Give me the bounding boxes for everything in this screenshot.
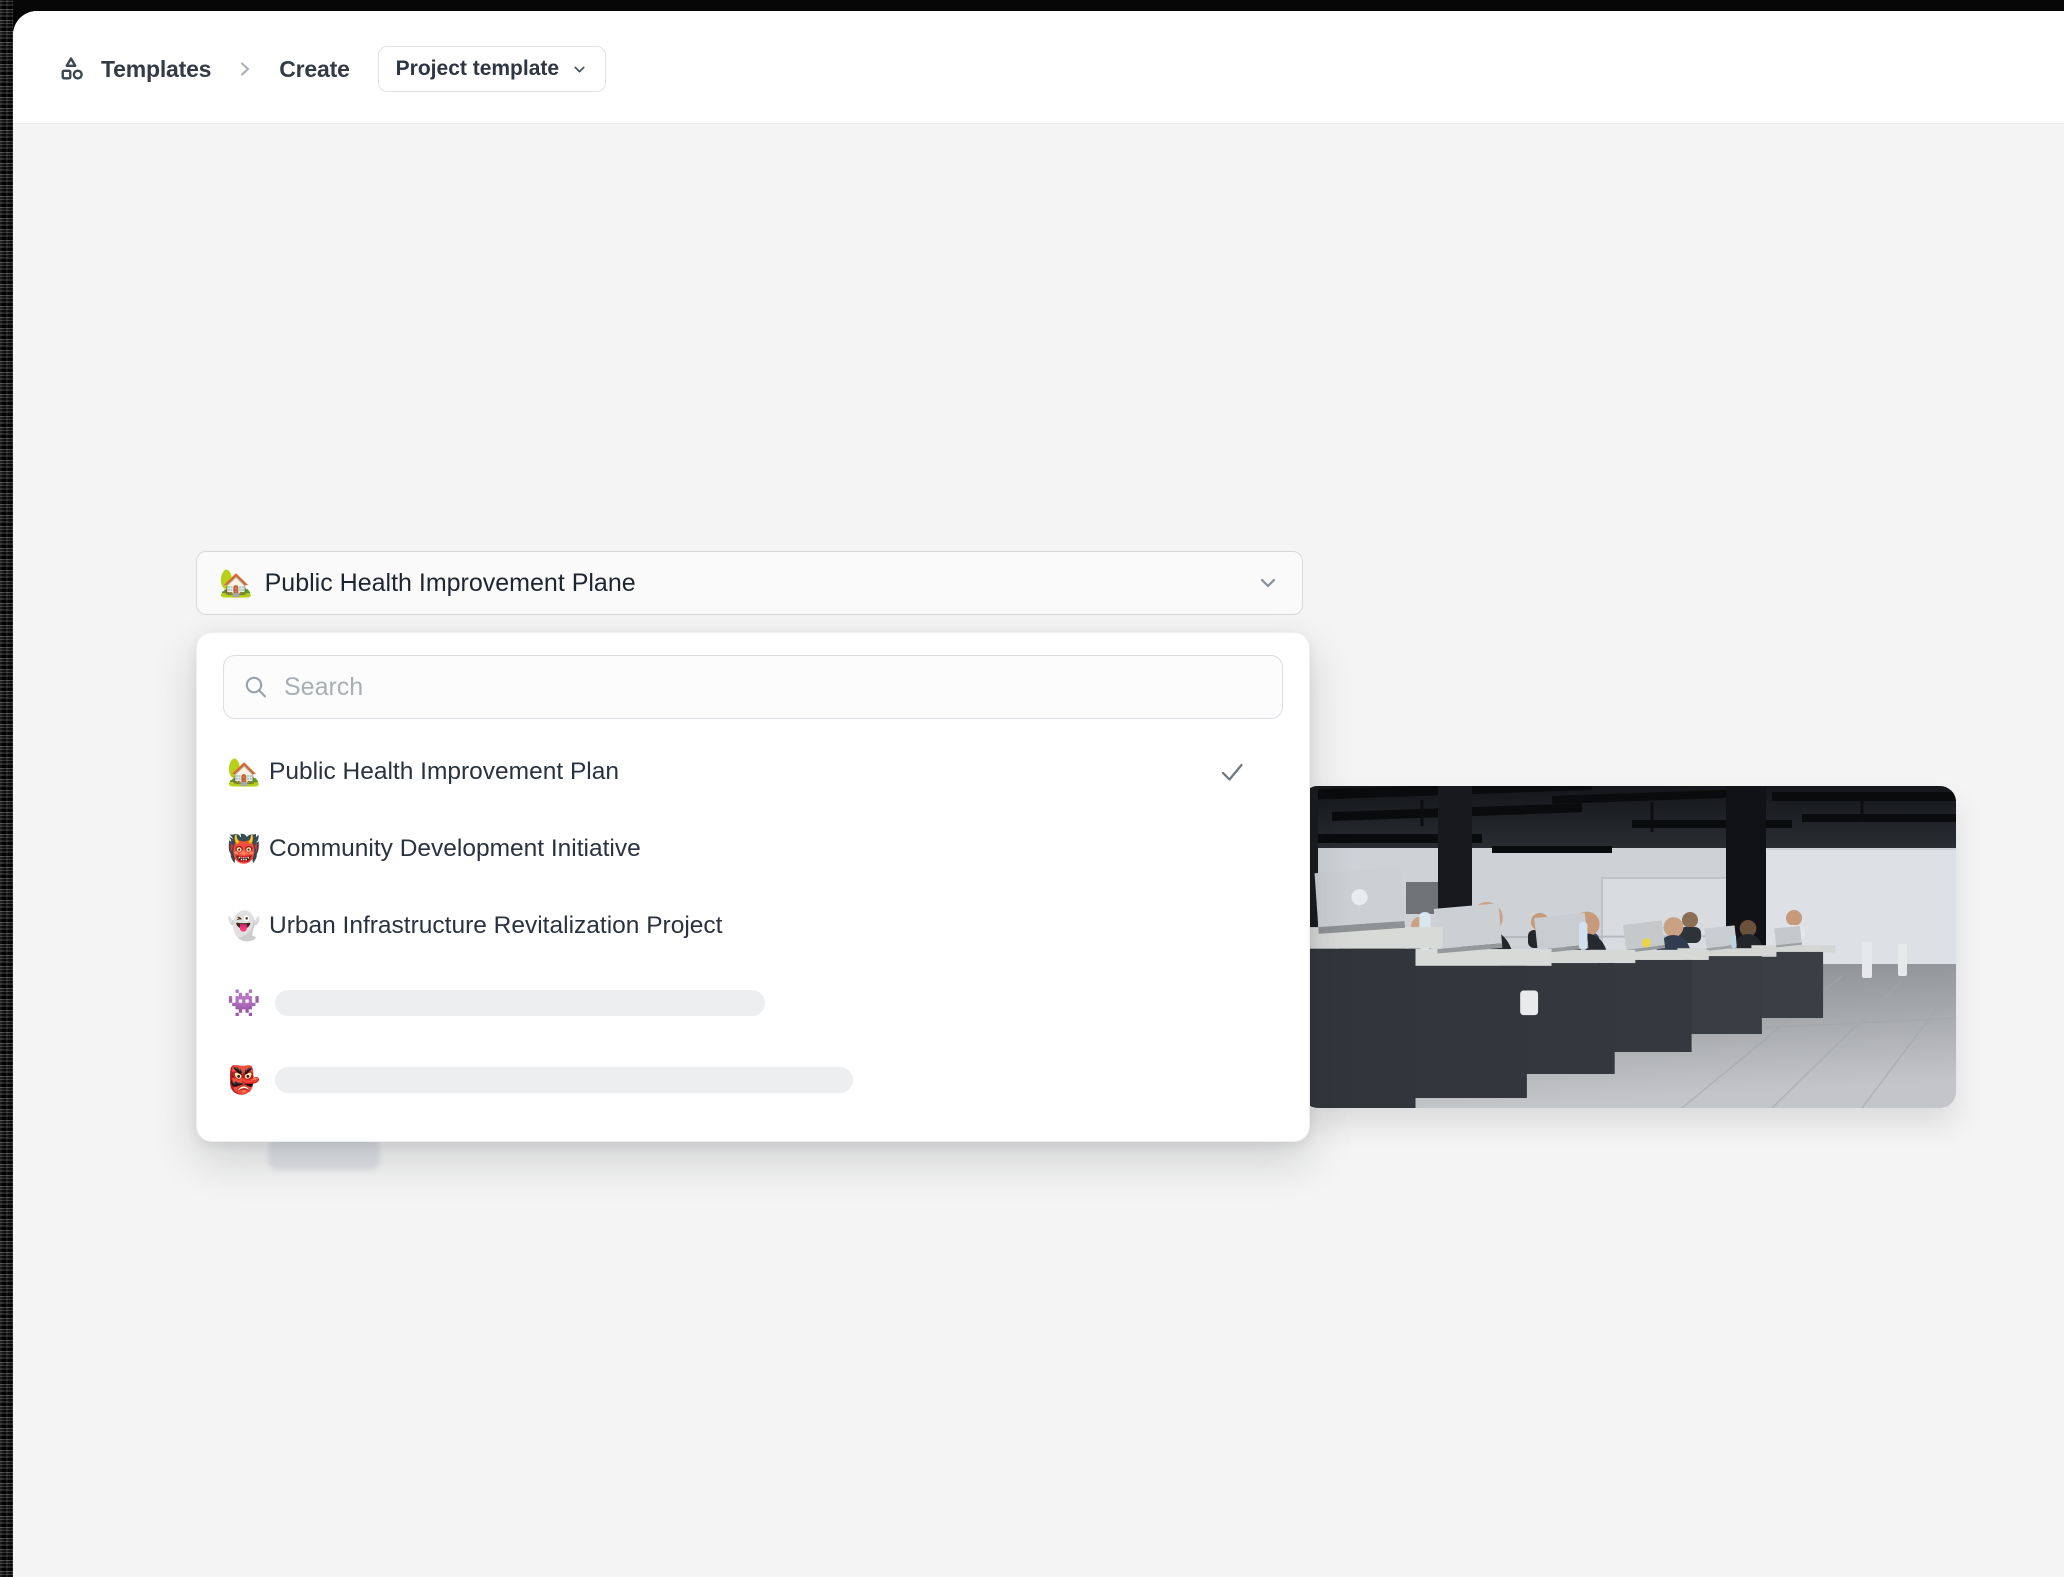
template-type-selector[interactable]: Project template [378, 46, 606, 92]
breadcrumb-templates[interactable]: Templates [101, 56, 211, 83]
template-source-select[interactable]: 🏡 Public Health Improvement Plane [196, 551, 1303, 615]
check-icon [1217, 757, 1247, 787]
template-emoji: 👺 [227, 1064, 269, 1096]
template-type-label: Project template [396, 57, 559, 81]
template-source-dropdown: 🏡 Public Health Improvement Plan 👹 Commu… [196, 632, 1310, 1142]
template-emoji: 👻 [227, 910, 269, 942]
template-emoji: 👾 [227, 987, 269, 1019]
screen-edge-left [0, 0, 13, 1577]
screen-edge-top [0, 0, 2064, 11]
template-emoji: 👹 [227, 833, 269, 865]
dropdown-option-public-health[interactable]: 🏡 Public Health Improvement Plan [223, 733, 1283, 810]
dropdown-option-loading[interactable]: 👾 [223, 964, 1283, 1041]
template-emoji: 🏡 [227, 756, 269, 788]
breadcrumb: Templates Create Project template [57, 46, 606, 92]
loading-skeleton [275, 1067, 853, 1093]
dropdown-option-community-dev[interactable]: 👹 Community Development Initiative [223, 810, 1283, 887]
templates-shapes-icon [57, 54, 87, 84]
background-element [268, 1138, 380, 1170]
dropdown-option-urban-infra[interactable]: 👻 Urban Infrastructure Revitalization Pr… [223, 887, 1283, 964]
chevron-right-icon [235, 59, 255, 79]
chevron-down-icon [1256, 571, 1280, 595]
office-photo [1302, 786, 1956, 1108]
breadcrumb-create: Create [279, 56, 349, 83]
selected-template-name: Public Health Improvement Plane [265, 569, 1256, 598]
search-input[interactable] [284, 673, 1263, 702]
chevron-down-icon [571, 61, 588, 78]
dropdown-option-loading[interactable]: 👺 [223, 1041, 1283, 1118]
screen: Templates Create Project template Critic… [0, 0, 2064, 1577]
search-icon [243, 674, 269, 700]
selected-template-emoji: 🏡 [219, 567, 253, 599]
dropdown-options: 🏡 Public Health Improvement Plan 👹 Commu… [223, 733, 1283, 1118]
loading-skeleton [275, 990, 765, 1016]
dropdown-search[interactable] [223, 655, 1283, 719]
